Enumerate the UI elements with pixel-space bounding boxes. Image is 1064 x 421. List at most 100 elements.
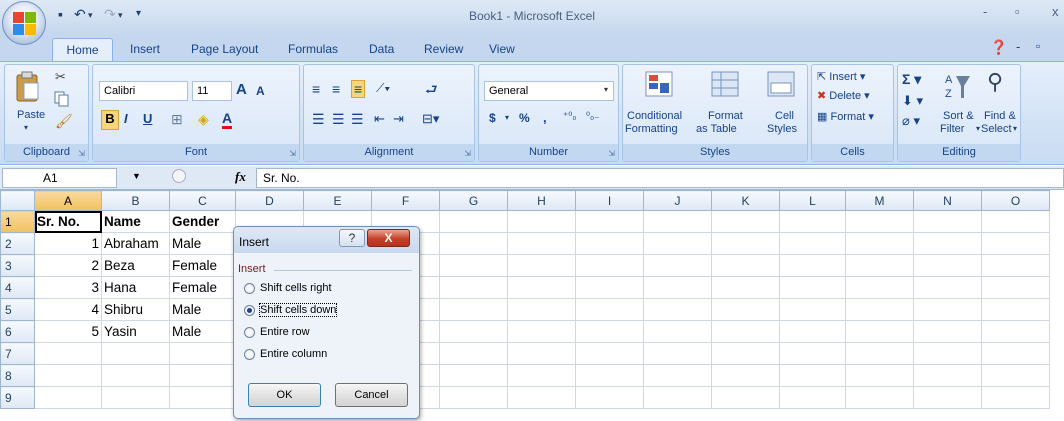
column-header[interactable]: E (303, 190, 372, 211)
cell[interactable] (913, 232, 982, 255)
row-header[interactable]: 7 (0, 342, 35, 365)
cell[interactable] (34, 386, 102, 409)
cell[interactable] (711, 342, 780, 365)
cell[interactable] (779, 254, 846, 277)
cell[interactable] (507, 364, 576, 387)
cell[interactable] (779, 210, 846, 233)
cell[interactable] (439, 342, 508, 365)
minimize-button[interactable]: - (983, 4, 987, 19)
paste-dropdown-icon[interactable]: ▾ (24, 123, 28, 132)
paste-icon[interactable] (15, 71, 41, 103)
autosum-icon[interactable]: Σ ▾ (902, 71, 921, 88)
cell[interactable] (913, 320, 982, 343)
column-header[interactable]: N (913, 190, 982, 211)
find-select-label-1[interactable]: Find & (984, 110, 1016, 122)
tab-view[interactable]: View (489, 42, 515, 56)
cell[interactable] (439, 254, 508, 277)
cell[interactable] (575, 364, 644, 387)
row-header[interactable]: 1 (0, 210, 35, 233)
format-as-table-icon[interactable] (711, 71, 739, 97)
cell-b6[interactable]: Yasin (101, 320, 170, 343)
find-select-label-2[interactable]: Select (981, 123, 1012, 135)
cell[interactable] (507, 386, 576, 409)
copy-icon[interactable] (54, 91, 70, 107)
dialog-help-button[interactable]: ? (339, 229, 365, 247)
cell[interactable] (981, 298, 1050, 321)
row-header[interactable]: 6 (0, 320, 35, 343)
cell[interactable] (913, 298, 982, 321)
cell[interactable] (845, 320, 914, 343)
conditional-formatting-label-1[interactable]: Conditional (627, 110, 682, 122)
column-header[interactable]: O (981, 190, 1050, 211)
cell[interactable] (845, 232, 914, 255)
cell[interactable] (507, 210, 576, 233)
row-header[interactable]: 3 (0, 254, 35, 277)
cell[interactable] (981, 254, 1050, 277)
cell[interactable] (711, 386, 780, 409)
cell-c6[interactable]: Male (169, 320, 236, 343)
conditional-formatting-icon[interactable] (645, 71, 673, 97)
wrap-text-icon[interactable]: ⮐ (425, 79, 438, 103)
column-header[interactable]: D (235, 190, 304, 211)
cell[interactable] (711, 210, 780, 233)
cell-c2[interactable]: Male (169, 232, 236, 255)
cell[interactable] (845, 364, 914, 387)
cell[interactable] (507, 298, 576, 321)
conditional-formatting-label-2[interactable]: Formatting (625, 123, 678, 135)
cell[interactable] (34, 342, 102, 365)
alignment-launcher-icon[interactable]: ⇲ (464, 149, 471, 158)
comma-button[interactable]: , (543, 110, 547, 125)
cell[interactable] (711, 364, 780, 387)
fill-icon[interactable]: ⬇ ▾ (902, 93, 923, 109)
grow-font-button[interactable]: A (236, 81, 247, 98)
cell[interactable] (643, 254, 712, 277)
tab-formulas[interactable]: Formulas (288, 42, 338, 56)
cell[interactable] (169, 364, 236, 387)
shrink-font-button[interactable]: A (256, 84, 265, 98)
fill-color-icon[interactable]: ◈ (198, 111, 209, 128)
paste-button[interactable]: Paste (17, 109, 45, 121)
cell-styles-label-1[interactable]: Cell (775, 110, 794, 122)
cell[interactable] (845, 276, 914, 299)
cell[interactable] (439, 320, 508, 343)
cell[interactable] (981, 210, 1050, 233)
cell[interactable] (507, 276, 576, 299)
cell[interactable] (169, 342, 236, 365)
cell[interactable] (439, 298, 508, 321)
cell[interactable] (439, 386, 508, 409)
cell[interactable] (845, 210, 914, 233)
format-as-table-label-2[interactable]: as Table (696, 123, 737, 135)
cell[interactable] (779, 364, 846, 387)
italic-button[interactable]: I (124, 111, 128, 126)
cell[interactable] (507, 232, 576, 255)
ok-button[interactable]: OK (248, 383, 321, 407)
cell-c5[interactable]: Male (169, 298, 236, 321)
currency-button[interactable]: $ (489, 111, 496, 125)
font-color-icon[interactable]: A (222, 110, 233, 129)
maximize-button[interactable]: ▫ (1015, 4, 1020, 19)
align-top-icon[interactable]: ≡ (312, 81, 320, 97)
cell[interactable] (913, 364, 982, 387)
cell-a1[interactable]: Sr. No. (34, 210, 102, 233)
cancel-entry-icon[interactable] (172, 169, 186, 183)
align-bottom-icon[interactable]: ≡ (351, 80, 366, 98)
orientation-icon[interactable]: ⟋▾ (376, 81, 390, 96)
cell[interactable] (845, 386, 914, 409)
font-size-select[interactable]: 11 (192, 81, 232, 101)
select-all-button[interactable] (0, 190, 35, 211)
delete-cells-button[interactable]: ✖ Delete ▾ (817, 89, 870, 102)
cell[interactable] (913, 254, 982, 277)
format-painter-icon[interactable]: 🖌 (55, 113, 73, 130)
cell[interactable] (439, 232, 508, 255)
cell[interactable] (643, 210, 712, 233)
cell[interactable] (711, 320, 780, 343)
cell[interactable] (507, 320, 576, 343)
borders-icon[interactable]: ⊞ (171, 111, 183, 128)
merge-center-icon[interactable]: ⊟▾ (422, 111, 439, 127)
name-box[interactable]: A1 (2, 168, 117, 188)
cell[interactable] (575, 232, 644, 255)
formula-input[interactable]: Sr. No. (256, 168, 1064, 188)
increase-indent-icon[interactable]: ⇥ (393, 111, 404, 127)
row-header[interactable]: 4 (0, 276, 35, 299)
column-header[interactable]: M (845, 190, 914, 211)
